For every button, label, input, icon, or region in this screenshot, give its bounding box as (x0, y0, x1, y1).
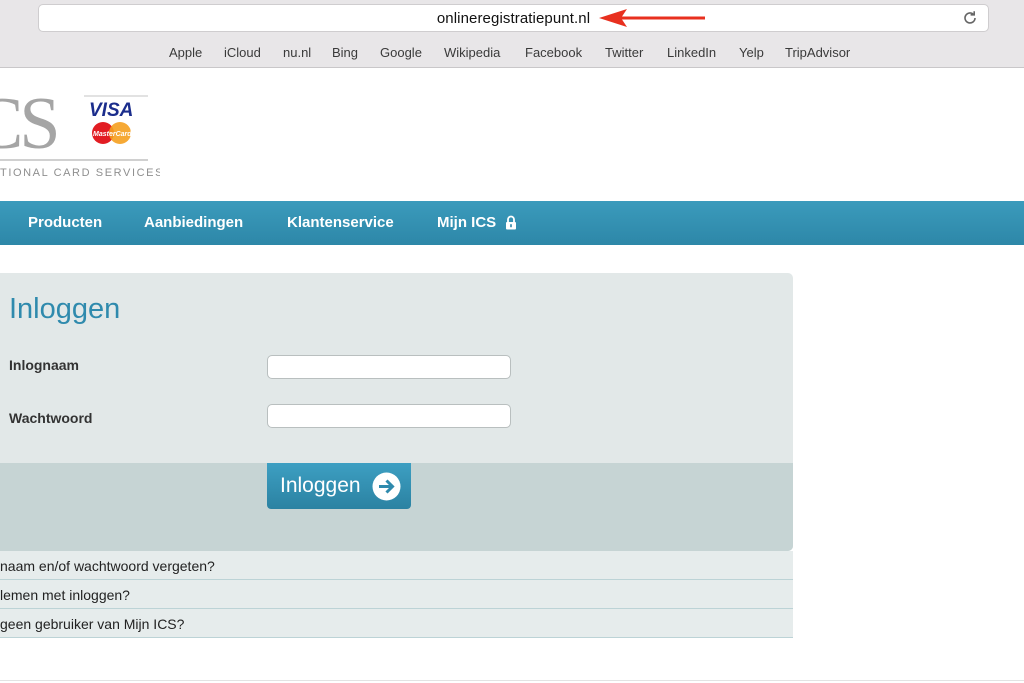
address-bar[interactable]: onlineregistratiepunt.nl (38, 4, 989, 32)
login-title: Inloggen (9, 293, 121, 325)
help-link-row[interactable]: geen gebruiker van Mijn ICS? (0, 609, 793, 638)
ics-logo[interactable]: CS VISA MasterCard TIONAL CARD SERVICES (0, 86, 160, 186)
username-label: Inlognaam (9, 357, 80, 373)
visa-logo: VISA (89, 100, 133, 121)
bookmark-bing[interactable]: Bing (332, 45, 358, 60)
bookmark-nu-nl[interactable]: nu.nl (283, 45, 311, 60)
footer-divider (0, 680, 1024, 681)
bookmarks-bar: Apple iCloud nu.nl Bing Google Wikipedia… (0, 45, 1024, 63)
username-input[interactable] (267, 355, 511, 379)
main-nav: Producten Aanbiedingen Klantenservice Mi… (0, 201, 1024, 245)
bookmark-apple[interactable]: Apple (169, 45, 202, 60)
help-link-row[interactable]: naam en/of wachtwoord vergeten? (0, 551, 793, 580)
lock-icon (506, 215, 516, 230)
help-link-row[interactable]: lemen met inloggen? (0, 580, 793, 609)
forgot-credentials-link[interactable]: naam en/of wachtwoord vergeten? (0, 558, 215, 574)
bookmark-twitter[interactable]: Twitter (605, 45, 643, 60)
login-problems-link[interactable]: lemen met inloggen? (0, 587, 130, 603)
red-arrow-annotation-icon (599, 9, 705, 27)
bookmark-tripadvisor[interactable]: TripAdvisor (785, 45, 850, 60)
password-input[interactable] (267, 404, 511, 428)
login-button-label[interactable]: Inloggen (280, 474, 361, 498)
nav-item-aanbiedingen[interactable]: Aanbiedingen (144, 214, 243, 231)
reload-icon[interactable] (960, 8, 980, 28)
bookmark-yelp[interactable]: Yelp (739, 45, 764, 60)
nav-item-producten[interactable]: Producten (28, 214, 102, 231)
logo-lettering: CS (0, 86, 57, 165)
login-button[interactable]: Inloggen (267, 463, 411, 509)
arrow-right-circle-icon[interactable] (372, 472, 401, 501)
browser-toolbar: onlineregistratiepunt.nl Apple iCloud nu… (0, 0, 1024, 68)
bookmark-linkedin[interactable]: LinkedIn (667, 45, 716, 60)
register-link[interactable]: geen gebruiker van Mijn ICS? (0, 616, 184, 632)
nav-item-klantenservice[interactable]: Klantenservice (287, 214, 394, 231)
nav-item-mijn-ics[interactable]: Mijn ICS (437, 214, 496, 231)
logo-tagline: TIONAL CARD SERVICES (0, 167, 160, 179)
mastercard-logo: MasterCard (93, 131, 132, 138)
bookmark-icloud[interactable]: iCloud (224, 45, 261, 60)
password-label: Wachtwoord (9, 410, 93, 426)
bookmark-google[interactable]: Google (380, 45, 422, 60)
login-panel: Inloggen Inlognaam Wachtwoord Inloggen (0, 273, 793, 551)
url-text[interactable]: onlineregistratiepunt.nl (39, 10, 988, 27)
bookmark-facebook[interactable]: Facebook (525, 45, 582, 60)
bookmark-wikipedia[interactable]: Wikipedia (444, 45, 500, 60)
